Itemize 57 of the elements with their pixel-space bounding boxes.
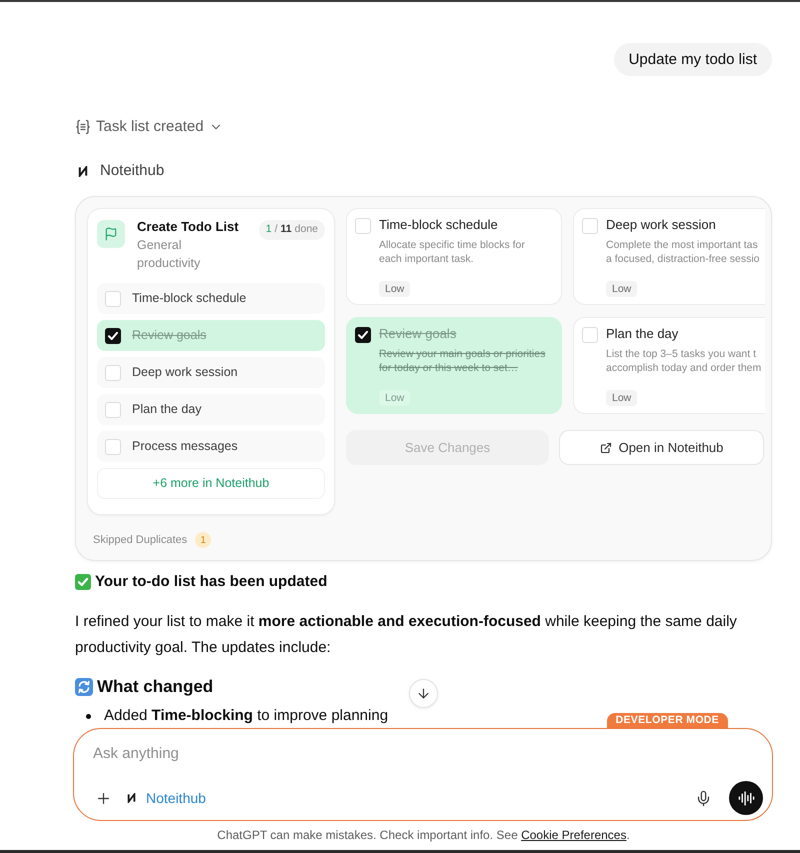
app-chip[interactable]: Noteithub (127, 788, 206, 808)
disclaimer-text: ChatGPT can make mistakes. Check important info. See Cookie Preferences. (216, 827, 631, 843)
flag-icon (97, 220, 125, 248)
count-badge: 1 (195, 532, 212, 548)
task-title: Review goals (379, 326, 456, 342)
open-app-button[interactable]: Open in Noteithub (559, 430, 764, 465)
task-description: List the top 3–5 tasks you want t accomplish today and order them (606, 347, 762, 375)
tool-status-toggle[interactable]: Task list created (75, 117, 223, 137)
arrow-down-icon (416, 686, 431, 701)
waveform-icon (738, 790, 754, 806)
checkbox[interactable] (105, 402, 121, 418)
checkbox[interactable] (105, 364, 121, 380)
task-item[interactable]: Process messages (97, 431, 325, 462)
checkbox[interactable] (355, 327, 371, 343)
skipped-duplicates-label: Skipped Duplicates (93, 533, 188, 548)
external-link-icon (600, 442, 612, 454)
checkbox[interactable] (582, 327, 598, 343)
scroll-down-button[interactable] (409, 679, 438, 708)
developer-mode-badge: DEVELOPER MODE (606, 713, 728, 728)
task-description: Complete the most important tas a focused, distraction-free sessio (606, 238, 760, 266)
checkbox[interactable] (355, 218, 371, 234)
voice-button[interactable] (729, 781, 763, 815)
checkmark-icon (358, 331, 368, 339)
priority-tag: Low (606, 281, 638, 297)
checkbox[interactable] (105, 438, 121, 454)
checkmark-icon (108, 332, 118, 340)
list-title: Create Todo List (137, 218, 239, 236)
section-heading: What changed (97, 676, 214, 698)
bullet-icon (86, 714, 91, 718)
response-paragraph: I refined your list to make it more actionable and execution-focused while keeping the same daily productivity goal. The updates include: (75, 612, 738, 658)
app-logo-icon (127, 793, 136, 803)
task-title: Plan the day (606, 326, 678, 342)
check-mark-icon (75, 574, 91, 590)
priority-tag: Low (606, 390, 638, 406)
cycle-arrows-icon (75, 678, 93, 696)
response-heading: Your to-do list has been updated (95, 572, 328, 592)
task-item[interactable]: Plan the day (97, 394, 325, 425)
code-braces-icon (75, 119, 91, 135)
bullet-text: Added Time-blocking to improve planning (104, 706, 388, 726)
progress-badge: 1 / 11 done (258, 220, 325, 240)
list-subtitle: General productivity (137, 237, 202, 272)
checkbox[interactable] (105, 290, 121, 306)
cookie-preferences-link[interactable]: Cookie Preferences (521, 828, 626, 842)
priority-tag: Low (379, 390, 410, 406)
task-title: Time-block schedule (379, 217, 498, 233)
checkbox[interactable] (105, 328, 121, 344)
message-input[interactable]: Ask anything (93, 744, 693, 764)
task-item[interactable]: Deep work session (97, 357, 325, 388)
app-name: Noteithub (100, 161, 164, 181)
priority-tag: Low (379, 281, 410, 297)
task-description: Review your main goals or priorities for today or this week to set… (379, 347, 546, 375)
task-description: Allocate specific time blocks for each important task. (379, 238, 525, 266)
user-message-bubble: Update my todo list (614, 43, 772, 76)
task-item[interactable]: Time-block schedule (97, 283, 325, 314)
task-title: Deep work session (606, 217, 716, 233)
app-logo-icon (78, 166, 88, 176)
checkbox[interactable] (582, 218, 598, 234)
